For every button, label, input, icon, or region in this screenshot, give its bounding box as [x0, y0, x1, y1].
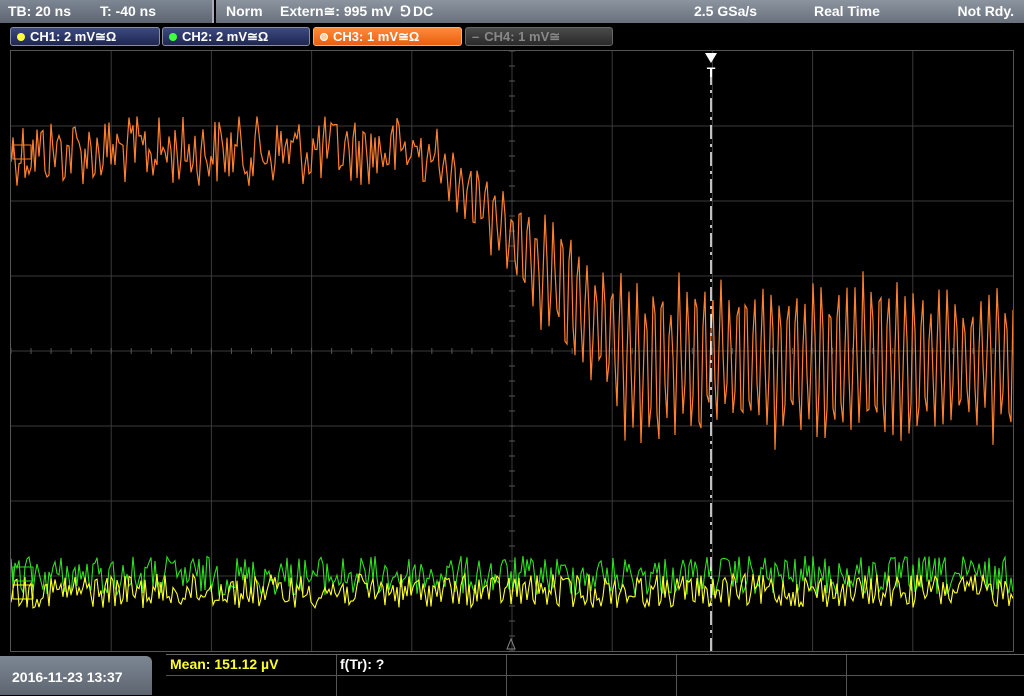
ch1-label: CH1: 2 mV≅Ω	[30, 29, 117, 44]
channel-tab-ch1[interactable]: CH1: 2 mV≅Ω	[10, 27, 160, 46]
trigger-marker-label: T	[707, 64, 716, 80]
bottom-bar: 2016-11-23 13:37 Mean: 151.12 µV f(Tr): …	[0, 652, 1024, 696]
trigger-coupling-label: DC	[413, 3, 434, 19]
measurement-divider	[336, 655, 337, 696]
channel-tab-ch4[interactable]: – CH4: 1 mV≅	[465, 27, 613, 46]
sample-rate-label: 2.5 GSa/s	[694, 3, 758, 19]
ch2-label: CH2: 2 mV≅Ω	[182, 29, 269, 44]
acquisition-state-label: Not Rdy.	[957, 3, 1014, 19]
timebase-box[interactable]: TB: 20 ns T: -40 ns	[0, 0, 214, 23]
trigger-status-panel[interactable]: Norm Extern≅: 995 mV ⅁ DC 2.5 GSa/s Real…	[216, 0, 1024, 23]
trigger-time-label: T: -40 ns	[100, 3, 157, 19]
channel-tabs: CH1: 2 mV≅Ω CH2: 2 mV≅Ω CH3: 1 mV≅Ω – CH4…	[0, 24, 1024, 48]
graticule-grid	[11, 51, 1013, 651]
mean-measurement[interactable]: Mean: 151.12 µV	[170, 656, 278, 672]
measurement-divider	[166, 675, 1024, 676]
channel-tab-ch2[interactable]: CH2: 2 mV≅Ω	[162, 27, 310, 46]
measurement-panel[interactable]: Mean: 151.12 µV f(Tr): ?	[166, 654, 1024, 696]
measurement-divider	[506, 655, 507, 696]
trigger-slope-icon: ⅁	[400, 3, 411, 19]
trigger-marker-icon[interactable]	[705, 53, 717, 63]
acquisition-mode-label: Real Time	[814, 3, 880, 19]
ch3-label: CH3: 1 mV≅Ω	[333, 29, 420, 44]
horizontal-position-icon	[506, 637, 516, 650]
measurement-divider	[676, 655, 677, 696]
ch4-label: CH4: 1 mV≅	[484, 29, 561, 44]
ch3-indicator-icon	[320, 32, 328, 41]
timebase-label: TB: 20 ns	[8, 3, 72, 19]
ch4-indicator-icon: –	[472, 29, 480, 44]
trigger-source-label: Extern≅: 995 mV	[280, 3, 393, 19]
rise-freq-measurement[interactable]: f(Tr): ?	[340, 656, 384, 672]
datetime-box: 2016-11-23 13:37	[0, 656, 152, 695]
status-bar: TB: 20 ns T: -40 ns Norm Extern≅: 995 mV…	[0, 0, 1024, 24]
datetime-label: 2016-11-23 13:37	[12, 669, 123, 685]
measurement-divider	[846, 655, 847, 696]
waveform-display[interactable]: T	[10, 50, 1014, 652]
trigger-mode-label: Norm	[226, 3, 263, 19]
ch2-ground-marker-icon[interactable]	[12, 566, 34, 582]
channel-tab-ch3[interactable]: CH3: 1 mV≅Ω	[313, 27, 462, 46]
ch2-indicator-icon	[169, 32, 177, 41]
ch1-indicator-icon	[17, 32, 25, 41]
